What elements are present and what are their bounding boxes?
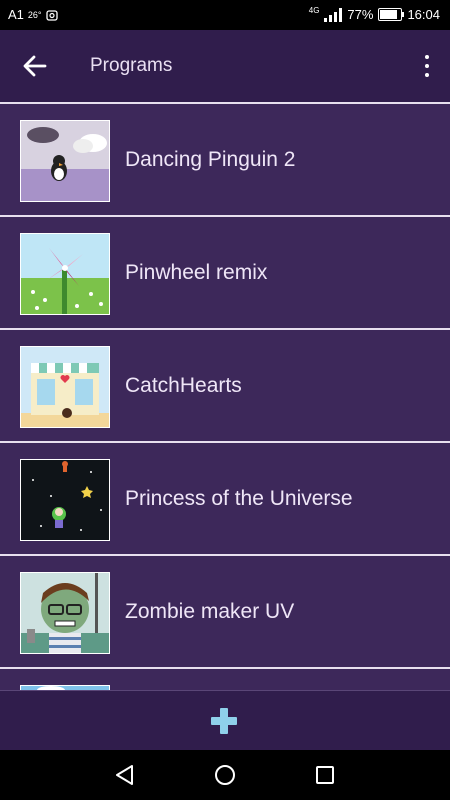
program-item-pinwheel-remix[interactable]: Pinwheel remix	[0, 217, 450, 330]
battery-percent: 77%	[347, 7, 374, 22]
program-name: Zombie maker UV	[125, 600, 295, 623]
program-item-princess-of-the-universe[interactable]: Princess of the Universe	[0, 443, 450, 556]
app-bar: Programs	[0, 30, 450, 104]
temperature-label: 26°	[27, 9, 42, 20]
clock: 16:04	[407, 7, 440, 22]
notification-icon	[45, 9, 58, 21]
bottom-bar	[0, 690, 450, 751]
more-options-button[interactable]	[418, 52, 436, 80]
nav-recents-button[interactable]	[313, 763, 337, 787]
status-bar: A1 26° 4G 77% 16:04	[0, 0, 450, 30]
page-title: Programs	[90, 55, 173, 76]
program-name: Dancing Pinguin 2	[125, 148, 296, 171]
signal-icon	[324, 7, 343, 22]
program-item-catchhearts[interactable]: CatchHearts	[0, 330, 450, 443]
battery-icon	[378, 8, 405, 21]
system-nav-bar	[0, 750, 450, 800]
arrow-left-icon	[23, 55, 47, 77]
back-button[interactable]	[18, 50, 52, 82]
program-name: Pinwheel remix	[125, 261, 268, 284]
program-item-partial[interactable]	[0, 669, 450, 690]
program-thumbnail	[20, 572, 110, 654]
program-thumbnail	[20, 120, 110, 202]
carrier-label: A1	[8, 7, 24, 22]
program-thumbnail	[20, 346, 110, 428]
circle-home-icon	[215, 765, 235, 785]
square-recents-icon	[316, 766, 334, 784]
program-item-dancing-pinguin[interactable]: Dancing Pinguin 2	[0, 104, 450, 217]
program-thumbnail	[20, 459, 110, 541]
more-vert-icon	[425, 55, 429, 59]
nav-back-button[interactable]	[113, 763, 137, 787]
program-item-zombie-maker-uv[interactable]: Zombie maker UV	[0, 556, 450, 669]
program-name: CatchHearts	[125, 374, 242, 397]
plus-icon	[211, 708, 237, 734]
network-type-label: 4G	[308, 6, 320, 15]
program-name: Princess of the Universe	[125, 487, 353, 510]
nav-home-button[interactable]	[213, 763, 237, 787]
program-list: Dancing Pinguin 2 Pinwheel remix CatchHe…	[0, 104, 450, 690]
add-program-button[interactable]	[208, 705, 240, 737]
program-thumbnail	[20, 233, 110, 315]
triangle-back-icon	[116, 765, 133, 785]
